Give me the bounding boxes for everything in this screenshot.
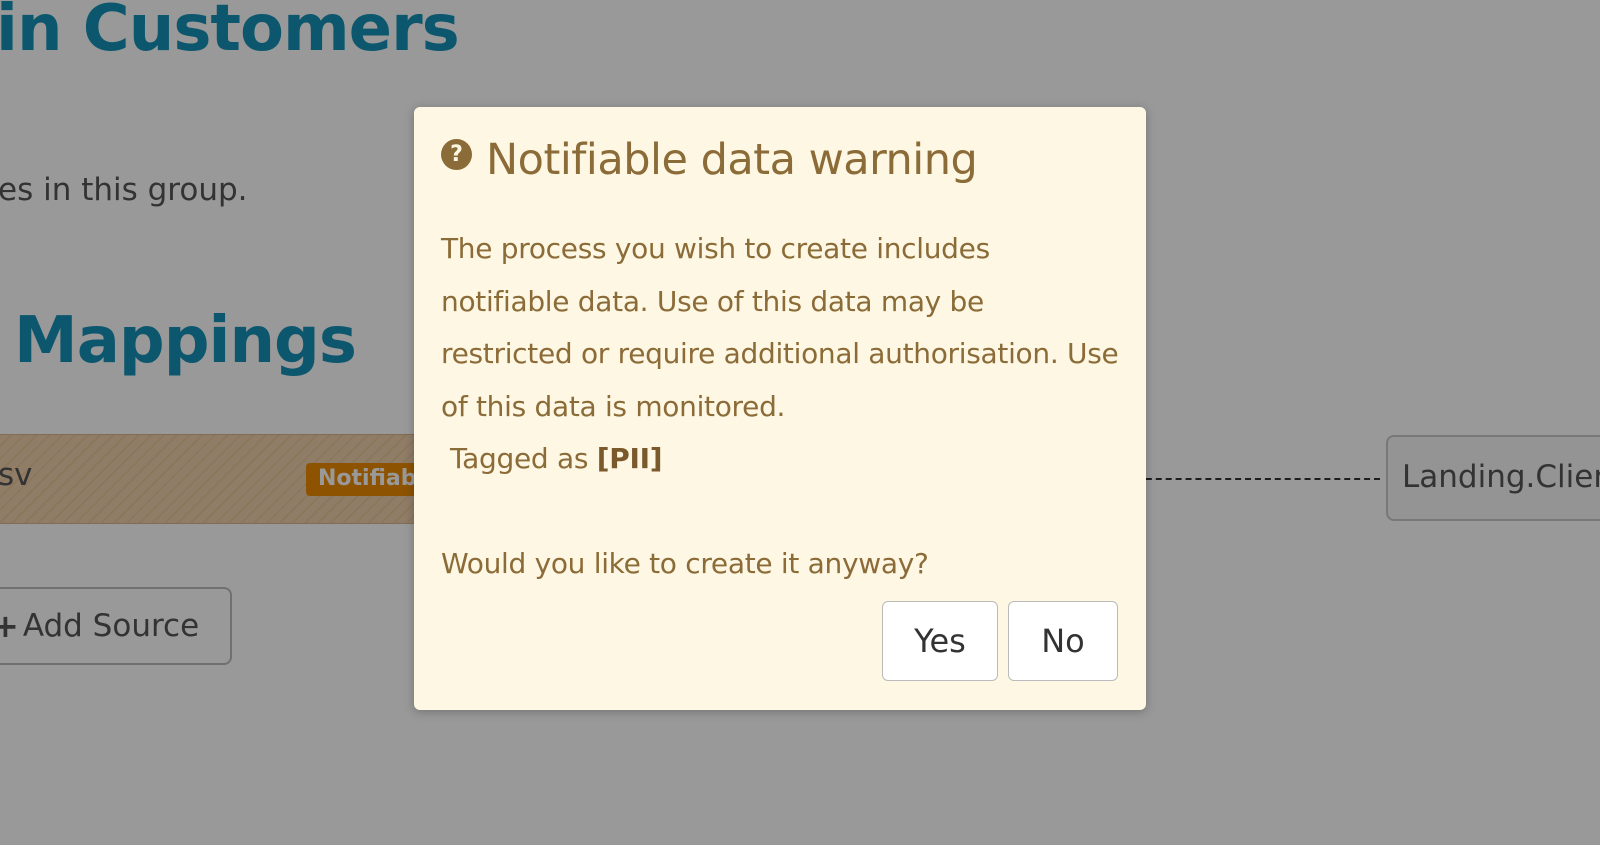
tag-line: Tagged as [PII] — [441, 433, 1121, 486]
question-icon: ? — [441, 139, 472, 170]
tag-value: [PII] — [596, 442, 663, 475]
dialog-body: The process you wish to create includes … — [441, 223, 1121, 591]
notifiable-data-warning-dialog: ? Notifiable data warning The process yo… — [414, 107, 1146, 710]
confirmation-question: Would you like to create it anyway? — [441, 547, 929, 580]
dialog-title: Notifiable data warning — [486, 135, 978, 185]
no-button[interactable]: No — [1008, 601, 1118, 681]
dialog-actions: Yes No — [882, 601, 1118, 681]
tag-prefix: Tagged as — [450, 442, 589, 475]
yes-button[interactable]: Yes — [882, 601, 998, 681]
dialog-header: ? Notifiable data warning — [441, 135, 978, 185]
warning-message: The process you wish to create includes … — [441, 232, 1119, 423]
